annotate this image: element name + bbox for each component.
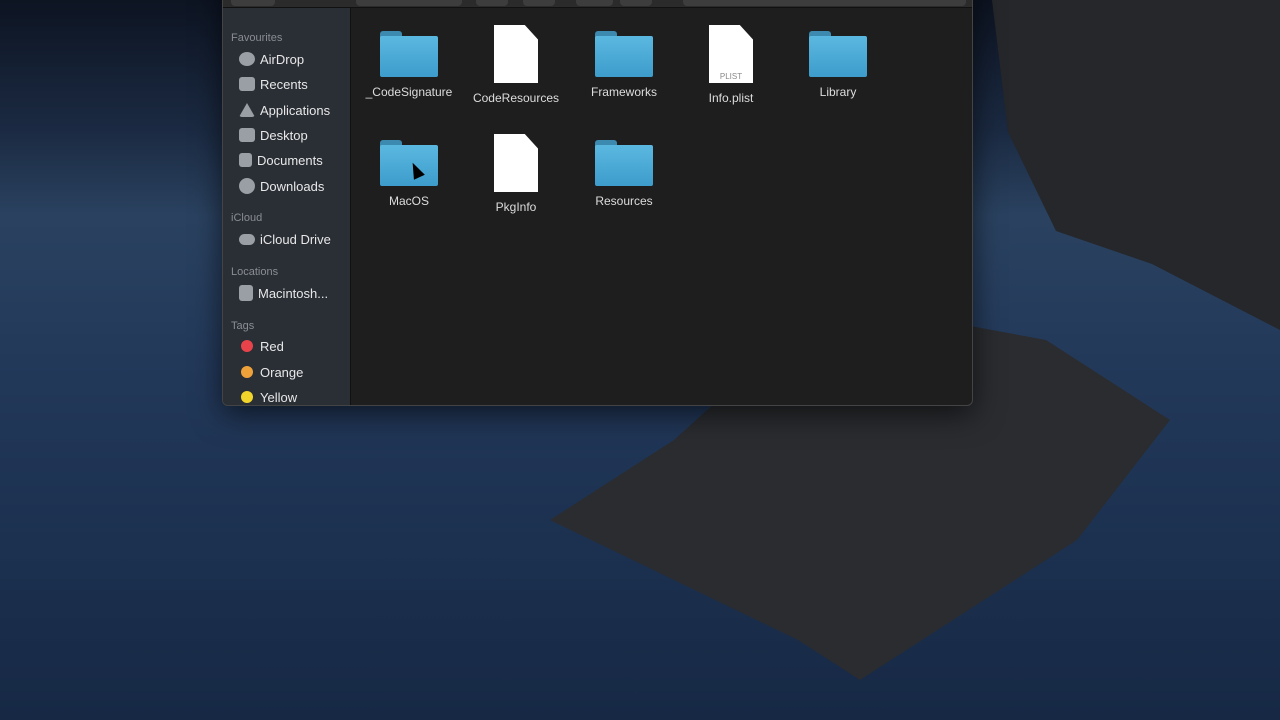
document-icon xyxy=(494,25,538,83)
sidebar-tag-orange[interactable]: Orange xyxy=(239,362,303,382)
share-button[interactable] xyxy=(576,0,613,6)
sidebar-item-documents[interactable]: Documents xyxy=(239,150,323,170)
search-input[interactable] xyxy=(683,0,966,6)
file-name: Library xyxy=(819,85,857,99)
airdrop-icon xyxy=(239,52,255,66)
file-name: Resources xyxy=(595,194,653,208)
cloud-icon xyxy=(239,233,255,245)
sidebar-item-label: Documents xyxy=(257,152,323,168)
orange-tag-icon xyxy=(241,366,253,378)
hard-drive-icon xyxy=(239,285,253,301)
file-name: CodeResources xyxy=(472,91,560,105)
sidebar-item-label: Yellow xyxy=(260,389,298,405)
sidebar: Favourites AirDrop Recents Applications … xyxy=(223,8,351,405)
file-item[interactable]: Frameworks xyxy=(574,31,674,99)
action-button[interactable] xyxy=(523,0,555,6)
toolbar xyxy=(223,0,972,8)
wallpaper-cliff xyxy=(992,0,1280,330)
file-name: Frameworks xyxy=(590,85,657,99)
file-item[interactable]: PLIST Info.plist xyxy=(681,25,781,105)
sidebar-item-label: Orange xyxy=(260,364,304,380)
sidebar-item-icloud-drive[interactable]: iCloud Drive xyxy=(239,229,331,249)
file-item[interactable]: Library xyxy=(788,31,888,99)
desktop-icon xyxy=(239,128,255,142)
sidebar-item-label: Downloads xyxy=(260,178,325,194)
file-item[interactable]: _CodeSignature xyxy=(359,31,459,99)
favourites-header: Favourites xyxy=(231,32,283,44)
file-item[interactable]: PkgInfo xyxy=(466,134,566,214)
applications-icon xyxy=(239,103,255,117)
sidebar-item-desktop[interactable]: Desktop xyxy=(239,125,308,145)
documents-icon xyxy=(239,153,252,167)
group-button[interactable] xyxy=(476,0,508,6)
document-icon xyxy=(494,134,538,192)
file-name: Info.plist xyxy=(708,91,754,105)
file-name: _CodeSignature xyxy=(365,85,453,99)
icloud-header: iCloud xyxy=(231,212,263,224)
recents-icon xyxy=(239,77,255,91)
folder-icon xyxy=(595,140,653,186)
sidebar-item-label: AirDrop xyxy=(260,51,305,67)
sidebar-item-label: Red xyxy=(260,338,284,354)
folder-icon xyxy=(595,31,653,77)
red-tag-icon xyxy=(241,340,253,352)
sidebar-item-macintosh-hd[interactable]: Macintosh... xyxy=(239,283,328,303)
back-forward-buttons[interactable] xyxy=(231,0,275,6)
sidebar-item-label: iCloud Drive xyxy=(260,231,331,247)
sidebar-item-label: Recents xyxy=(260,76,308,92)
sidebar-item-airdrop[interactable]: AirDrop xyxy=(239,49,304,69)
yellow-tag-icon xyxy=(241,391,253,403)
file-item[interactable]: MacOS xyxy=(359,140,459,208)
plist-icon: PLIST xyxy=(709,25,753,83)
sidebar-item-applications[interactable]: Applications xyxy=(239,100,330,120)
sidebar-tag-red[interactable]: Red xyxy=(239,336,284,356)
folder-icon xyxy=(809,31,867,77)
file-item[interactable]: Resources xyxy=(574,140,674,208)
sidebar-item-label: Applications xyxy=(260,102,331,118)
downloads-icon xyxy=(239,178,255,194)
view-mode-buttons[interactable] xyxy=(356,0,462,6)
locations-header: Locations xyxy=(231,266,279,278)
file-item[interactable]: CodeResources xyxy=(466,25,566,105)
file-grid: _CodeSignature CodeResources Frameworks … xyxy=(352,8,972,405)
sidebar-item-downloads[interactable]: Downloads xyxy=(239,176,324,196)
file-name: MacOS xyxy=(388,194,429,208)
tags-header: Tags xyxy=(231,320,255,332)
folder-icon xyxy=(380,31,438,77)
sidebar-item-recents[interactable]: Recents xyxy=(239,74,308,94)
plist-badge: PLIST xyxy=(719,72,743,81)
sidebar-item-label: Desktop xyxy=(260,127,308,143)
sidebar-item-label: Macintosh... xyxy=(258,285,329,301)
finder-window: Favourites AirDrop Recents Applications … xyxy=(222,0,973,406)
sidebar-tag-yellow[interactable]: Yellow xyxy=(239,387,298,405)
tags-button[interactable] xyxy=(620,0,652,6)
file-name: PkgInfo xyxy=(495,200,537,214)
